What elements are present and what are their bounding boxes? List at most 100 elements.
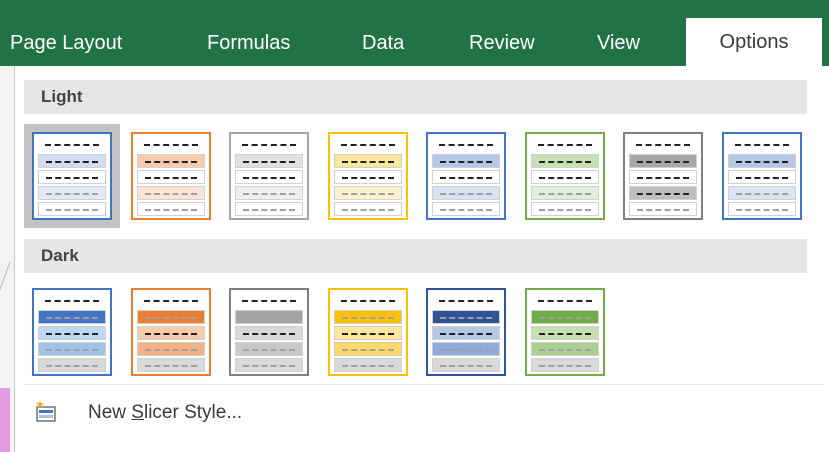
thumbnail-dash [144, 161, 197, 163]
thumbnail-row [333, 294, 402, 308]
slicer-style-thumbnail [130, 132, 211, 220]
thumbnail-dash [439, 144, 493, 146]
thumbnail-row [530, 154, 599, 168]
divider [24, 384, 824, 385]
thumbnail-dash [637, 209, 689, 211]
thumbnail-dash [340, 300, 395, 302]
slicer-style-thumbnail [32, 288, 112, 376]
thumbnail-dash [242, 144, 296, 146]
thumbnail-row [136, 154, 205, 168]
thumbnail-row [530, 326, 599, 340]
slicer-style-thumbnail [623, 132, 703, 220]
thumbnail-dash [637, 177, 689, 179]
thumbnail-row [136, 310, 205, 324]
thumbnail-row [432, 154, 500, 168]
thumbnail-row [38, 170, 106, 184]
thumbnail-row [235, 310, 303, 324]
dark-slicer-style-1[interactable] [24, 280, 120, 384]
thumbnail-row [333, 202, 402, 216]
thumbnail-dash [46, 317, 98, 319]
thumbnail-dash [46, 209, 98, 211]
light-slicer-style-5[interactable] [418, 124, 514, 228]
light-slicer-style-6[interactable] [517, 124, 613, 228]
thumbnail-row [38, 186, 106, 200]
thumbnail-dash [243, 317, 295, 319]
tab-page-layout[interactable]: Page Layout [10, 30, 122, 66]
thumbnail-dash [46, 161, 98, 163]
section-header-dark: Dark [24, 239, 807, 273]
thumbnail-dash [734, 144, 789, 146]
thumbnail-dash [538, 349, 591, 351]
tab-formulas[interactable]: Formulas [207, 30, 290, 66]
section-header-light: Light [24, 80, 807, 114]
thumbnail-dash [537, 144, 592, 146]
thumbnail-row [333, 310, 402, 324]
thumbnail-row [727, 138, 796, 152]
sheet-slicer-edge [0, 388, 10, 452]
slicer-style-thumbnail [426, 288, 506, 376]
tab-view[interactable]: View [597, 30, 640, 66]
dark-slicer-style-3[interactable] [221, 280, 317, 384]
thumbnail-dash [735, 209, 788, 211]
thumbnail-dash [143, 300, 198, 302]
thumbnail-row [530, 358, 599, 372]
light-slicer-style-2[interactable] [123, 124, 219, 228]
thumbnail-dash [735, 161, 788, 163]
thumbnail-row [530, 202, 599, 216]
thumbnail-row [333, 358, 402, 372]
new-slicer-style-button[interactable]: New Slicer Style... [24, 396, 404, 430]
thumbnail-row [530, 170, 599, 184]
dark-slicer-style-6[interactable] [517, 280, 613, 384]
thumbnail-row [136, 170, 205, 184]
thumbnail-dash [440, 317, 492, 319]
dark-slicer-style-4[interactable] [320, 280, 416, 384]
slicer-style-thumbnail [524, 132, 605, 220]
slicer-style-thumbnail [327, 132, 408, 220]
thumbnail-row [235, 358, 303, 372]
thumbnail-row [235, 154, 303, 168]
thumbnail-dash [735, 193, 788, 195]
thumbnail-dash [144, 193, 197, 195]
thumbnail-row [38, 342, 106, 356]
slicer-styles-gallery: Light Dark New Slicer Style... [14, 66, 829, 452]
tab-options[interactable]: Options [686, 18, 822, 66]
thumbnail-row [333, 170, 402, 184]
thumbnail-dash [636, 144, 690, 146]
thumbnail-row [333, 326, 402, 340]
thumbnail-dash [538, 177, 591, 179]
light-slicer-style-7[interactable] [615, 124, 711, 228]
tab-review[interactable]: Review [469, 30, 535, 66]
thumbnail-row [530, 310, 599, 324]
thumbnail-row [235, 138, 303, 152]
thumbnail-dash [243, 193, 295, 195]
light-slicer-style-4[interactable] [320, 124, 416, 228]
thumbnail-dash [538, 193, 591, 195]
thumbnail-dash [341, 333, 394, 335]
thumbnail-row [727, 186, 796, 200]
thumbnail-dash [341, 209, 394, 211]
thumbnail-dash [341, 365, 394, 367]
light-slicer-style-8[interactable] [714, 124, 810, 228]
dark-slicer-style-5[interactable] [418, 280, 514, 384]
tab-data[interactable]: Data [362, 30, 404, 66]
thumbnail-dash [440, 365, 492, 367]
slicer-style-thumbnail [229, 288, 309, 376]
thumbnail-dash [143, 144, 198, 146]
thumbnail-row [38, 202, 106, 216]
thumbnail-row [629, 154, 697, 168]
thumbnail-row [432, 294, 500, 308]
thumbnail-dash [538, 161, 591, 163]
thumbnail-row [333, 138, 402, 152]
light-slicer-style-3[interactable] [221, 124, 317, 228]
dark-slicer-style-2[interactable] [123, 280, 219, 384]
thumbnail-row [432, 186, 500, 200]
thumbnail-dash [243, 209, 295, 211]
thumbnail-row [333, 186, 402, 200]
light-slicer-style-1[interactable] [24, 124, 120, 228]
thumbnail-row [629, 186, 697, 200]
thumbnail-row [235, 202, 303, 216]
slicer-style-thumbnail [524, 288, 605, 376]
thumbnail-dash [144, 209, 197, 211]
thumbnail-row [432, 202, 500, 216]
thumbnail-dash [440, 193, 492, 195]
